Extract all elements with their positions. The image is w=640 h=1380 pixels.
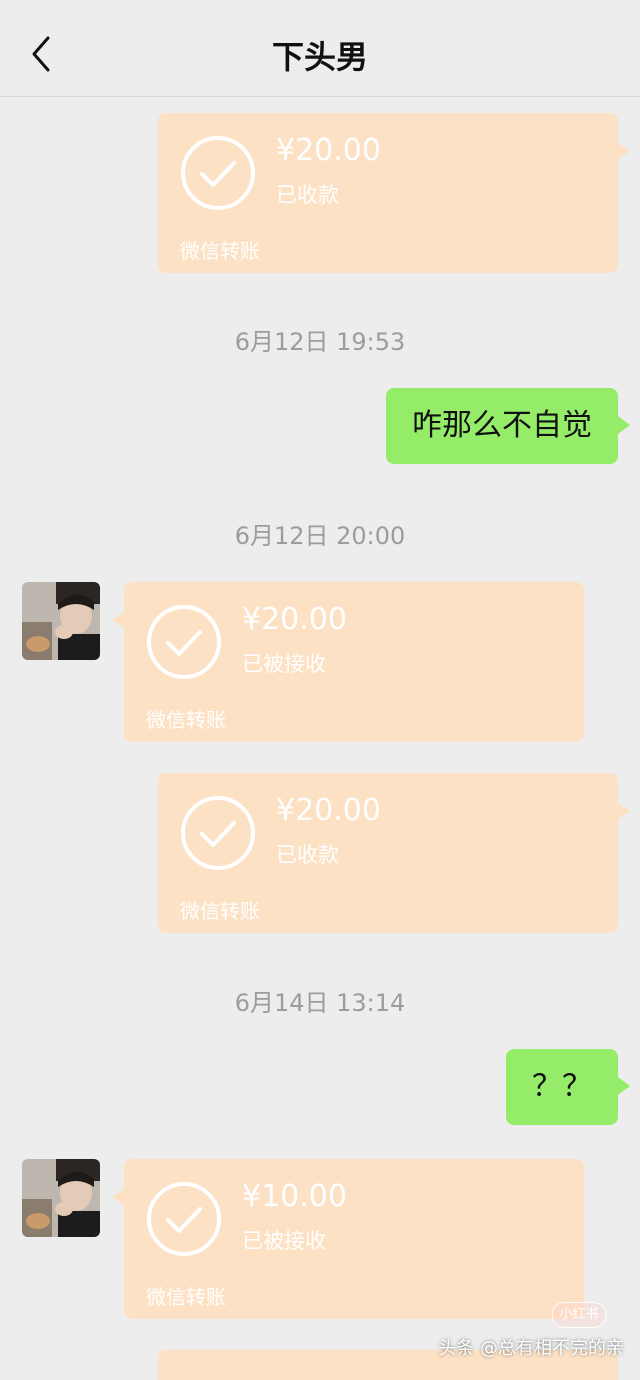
chat-title: 下头男 [271,38,368,76]
message-timestamp: 6月14日 13:14 [234,989,406,1017]
transfer-label: 微信转账 [180,239,260,263]
transfer-status: 已被接收 [242,652,326,676]
transfer-amount: ¥20.00 [276,793,381,828]
transfer-card[interactable]: ¥20.00 已收款 微信转账 [158,773,630,933]
check-circle-icon [146,1181,222,1257]
watermark-badge: 小红书 [552,1302,606,1328]
watermark-text: 头条 @总有相不完的亲 [438,1338,624,1359]
check-circle-icon [180,135,256,211]
transfer-amount: ¥20.00 [276,133,381,168]
check-circle-icon [146,604,222,680]
transfer-status: 已被接收 [242,1229,326,1253]
transfer-label: 微信转账 [146,1285,226,1309]
contact-avatar[interactable] [22,582,100,660]
sent-message-bubble[interactable]: 咋那么不自觉 [386,388,630,464]
transfer-label: 微信转账 [146,708,226,732]
contact-avatar[interactable] [22,1159,100,1237]
check-circle-icon [180,795,256,871]
transfer-amount: ¥10.00 [242,1179,347,1214]
chat-header: 下头男 [0,0,640,97]
transfer-card[interactable]: ¥20.00 已收款 微信转账 [158,113,630,273]
message-timestamp: 6月12日 19:53 [234,328,406,356]
sent-message-bubble[interactable]: ？？ [506,1049,630,1125]
transfer-card[interactable]: ¥20.00 已被接收 微信转账 [112,582,584,742]
message-timestamp: 6月12日 20:00 [234,522,406,550]
transfer-status: 已收款 [276,843,339,867]
transfer-amount: ¥20.00 [242,602,347,637]
transfer-status: 已收款 [276,183,339,207]
transfer-label: 微信转账 [180,899,260,923]
transfer-card[interactable]: ¥10.00 已被接收 微信转账 [112,1159,584,1319]
